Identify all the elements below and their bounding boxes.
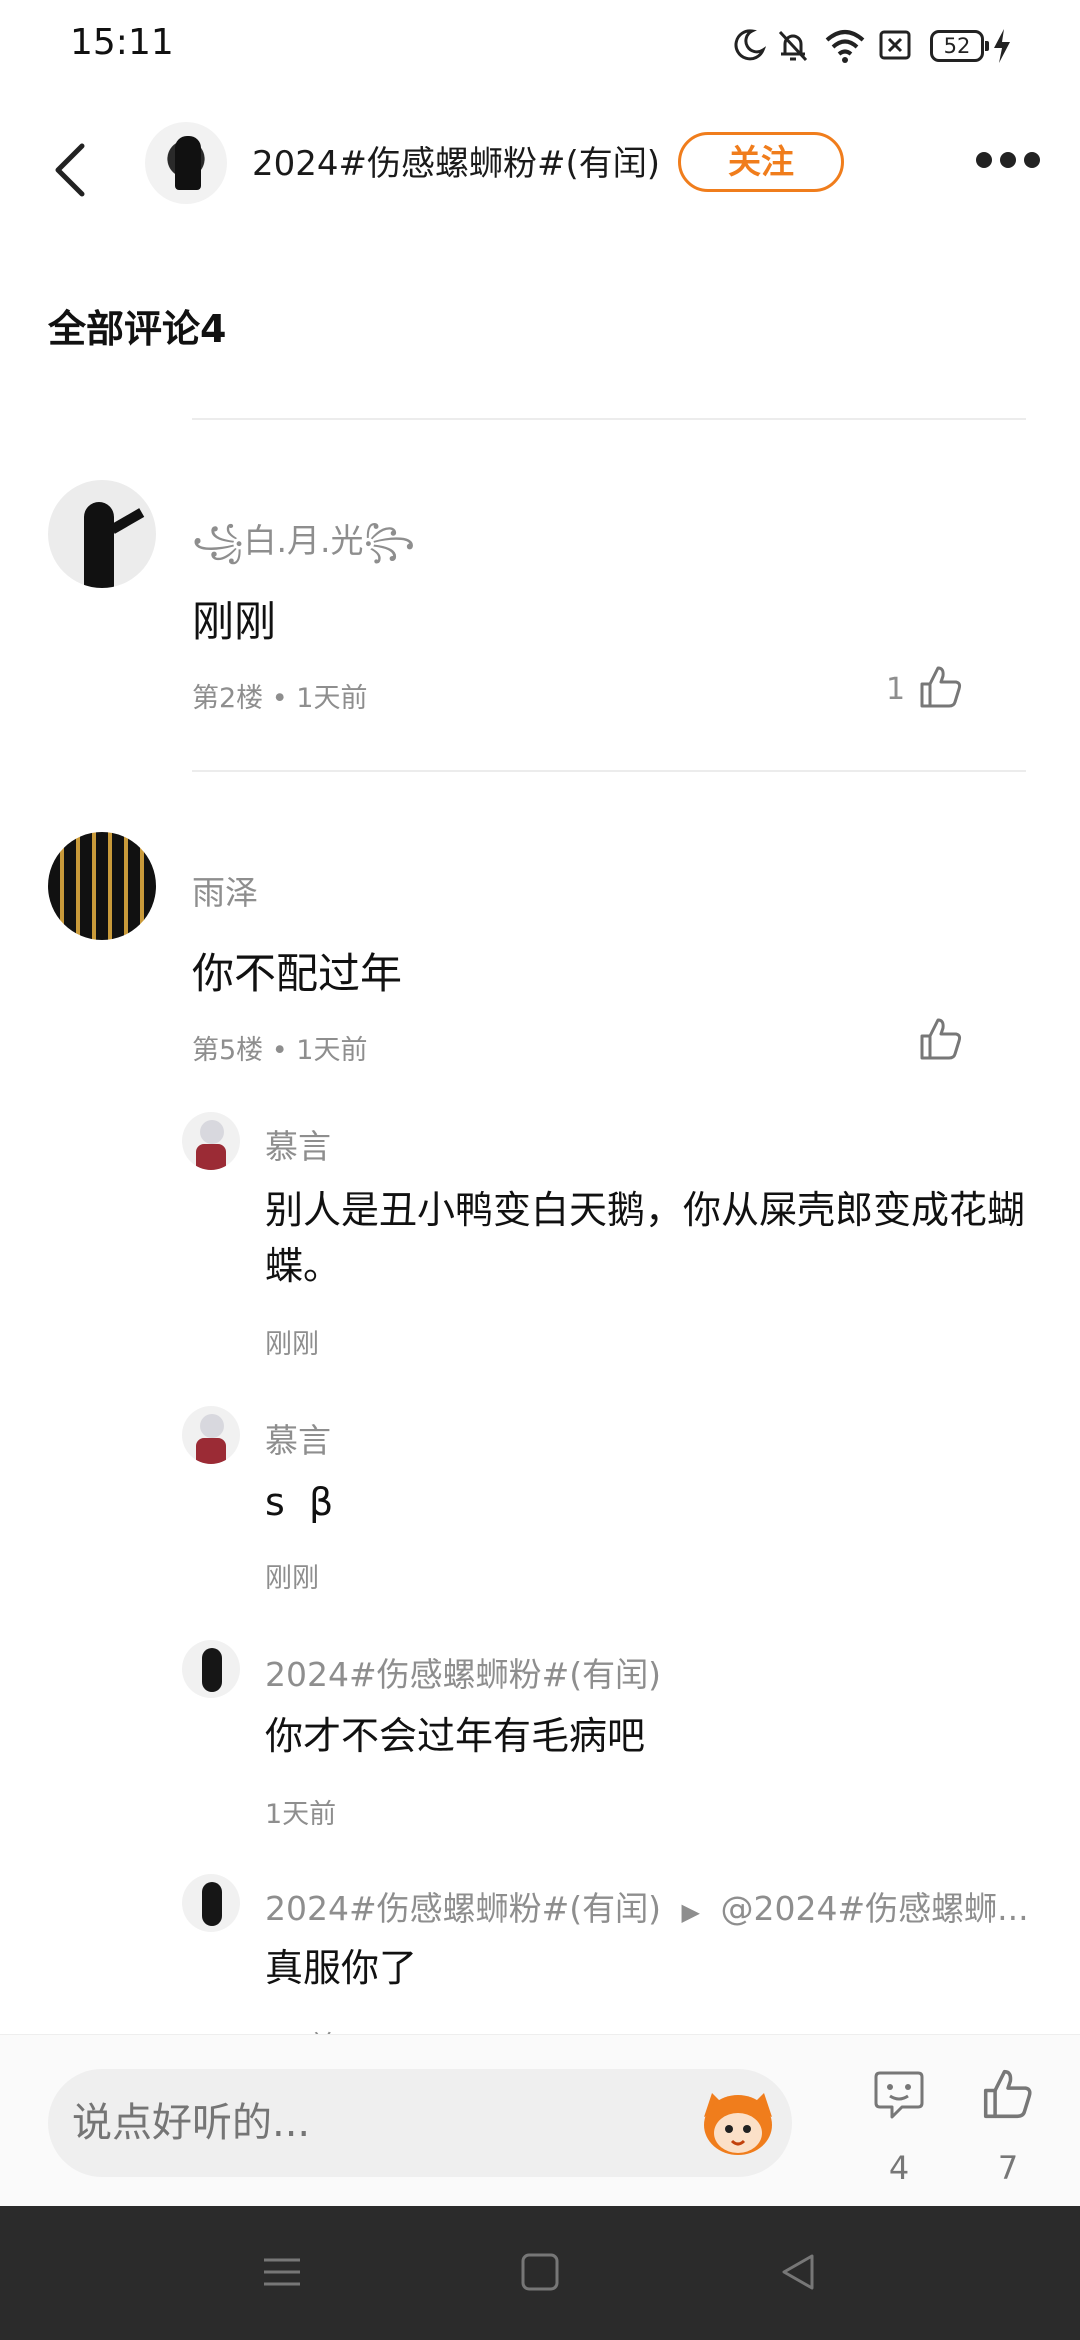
back-icon[interactable] bbox=[778, 2252, 818, 2292]
thumbs-up-icon[interactable] bbox=[918, 1016, 964, 1062]
comment-icon[interactable] bbox=[872, 2069, 926, 2121]
more-options-icon[interactable] bbox=[976, 152, 1040, 172]
comment-floor: 第5楼 bbox=[192, 1035, 264, 1066]
commenter-name[interactable]: ꧁白.月.光꧂ bbox=[192, 514, 415, 583]
thumbs-up-icon[interactable] bbox=[980, 2067, 1036, 2121]
emoji-mascot-icon[interactable] bbox=[698, 2087, 778, 2159]
comment-count: 4 bbox=[888, 2149, 910, 2187]
thumbs-up-icon[interactable] bbox=[918, 664, 964, 710]
reply-text: 你才不会过年有毛病吧 bbox=[265, 1714, 646, 1758]
commenter-avatar[interactable] bbox=[48, 480, 156, 588]
battery-indicator: 52 bbox=[930, 30, 989, 62]
reply-username[interactable]: 2024#伤感螺蛳粉#(有闰) bbox=[265, 1648, 661, 1696]
reply-avatar[interactable] bbox=[182, 1874, 240, 1932]
comment-floor: 第2楼 bbox=[192, 683, 264, 714]
reply-text: 真服你了 bbox=[265, 1946, 418, 1990]
comments-section-title: 全部评论4 bbox=[48, 307, 227, 351]
like-count: 1 bbox=[886, 672, 906, 707]
sim-error-icon bbox=[879, 30, 911, 60]
comment-bar: 4 7 bbox=[0, 2034, 1080, 2206]
reply-avatar[interactable] bbox=[182, 1112, 240, 1170]
wifi-icon bbox=[825, 30, 865, 63]
divider bbox=[192, 770, 1026, 772]
reply-username-line: 2024#伤感螺蛳粉#(有闰) ▶ @2024#伤感螺蛳... bbox=[265, 1882, 1029, 1930]
reply-arrow-icon: ▶ bbox=[681, 1898, 701, 1926]
reply-avatar[interactable] bbox=[182, 1640, 240, 1698]
comment-input[interactable] bbox=[48, 2069, 792, 2177]
comment-time: 1天前 bbox=[296, 683, 368, 714]
header: 2024#伤感螺蛳粉#(有闰) 关注 bbox=[0, 96, 1080, 230]
system-navigation-bar bbox=[0, 2206, 1080, 2340]
status-bar: 15:11 52 bbox=[0, 0, 1080, 96]
reply-target[interactable]: @2024#伤感螺蛳... bbox=[721, 1889, 1029, 1928]
reply-username[interactable]: 慕言 bbox=[265, 1120, 331, 1168]
commenter-name[interactable]: 雨泽 bbox=[192, 866, 258, 914]
reply-time: 刚刚 bbox=[265, 1563, 319, 1594]
comment-time: 1天前 bbox=[296, 1035, 368, 1066]
reply-time: 刚刚 bbox=[265, 1329, 319, 1360]
reply-avatar[interactable] bbox=[182, 1406, 240, 1464]
comment-meta: 第5楼 • 1天前 bbox=[192, 1028, 367, 1067]
comment-meta: 第2楼 • 1天前 bbox=[192, 676, 367, 715]
author-avatar[interactable] bbox=[145, 122, 227, 204]
reply-username[interactable]: 慕言 bbox=[265, 1414, 331, 1462]
charging-icon bbox=[994, 29, 1010, 63]
reply-time: 1天前 bbox=[265, 2024, 336, 2034]
commenter-avatar[interactable] bbox=[48, 832, 156, 940]
reply-time: 1天前 bbox=[265, 1799, 337, 1830]
status-time: 15:11 bbox=[70, 22, 174, 63]
mute-bell-icon bbox=[778, 30, 808, 62]
moon-icon bbox=[734, 29, 766, 61]
follow-button[interactable]: 关注 bbox=[678, 132, 844, 192]
home-icon[interactable] bbox=[520, 2252, 560, 2292]
comment-text: 你不配过年 bbox=[192, 949, 403, 998]
reply-username[interactable]: 2024#伤感螺蛳粉#(有闰) bbox=[265, 1889, 661, 1928]
meta-separator: • bbox=[271, 683, 297, 714]
back-arrow-icon[interactable] bbox=[52, 142, 88, 198]
meta-separator: • bbox=[271, 1035, 297, 1066]
reply-text: 别人是丑小鸭变白天鹅，你从屎壳郎变成花蝴蝶。 bbox=[265, 1188, 1026, 1288]
author-name[interactable]: 2024#伤感螺蛳粉#(有闰) bbox=[252, 136, 660, 185]
divider bbox=[192, 418, 1026, 420]
menu-icon[interactable] bbox=[262, 2252, 302, 2292]
comment-text: 刚刚 bbox=[192, 597, 277, 646]
reply-text: s β bbox=[265, 1480, 334, 1524]
like-count: 7 bbox=[997, 2149, 1019, 2187]
